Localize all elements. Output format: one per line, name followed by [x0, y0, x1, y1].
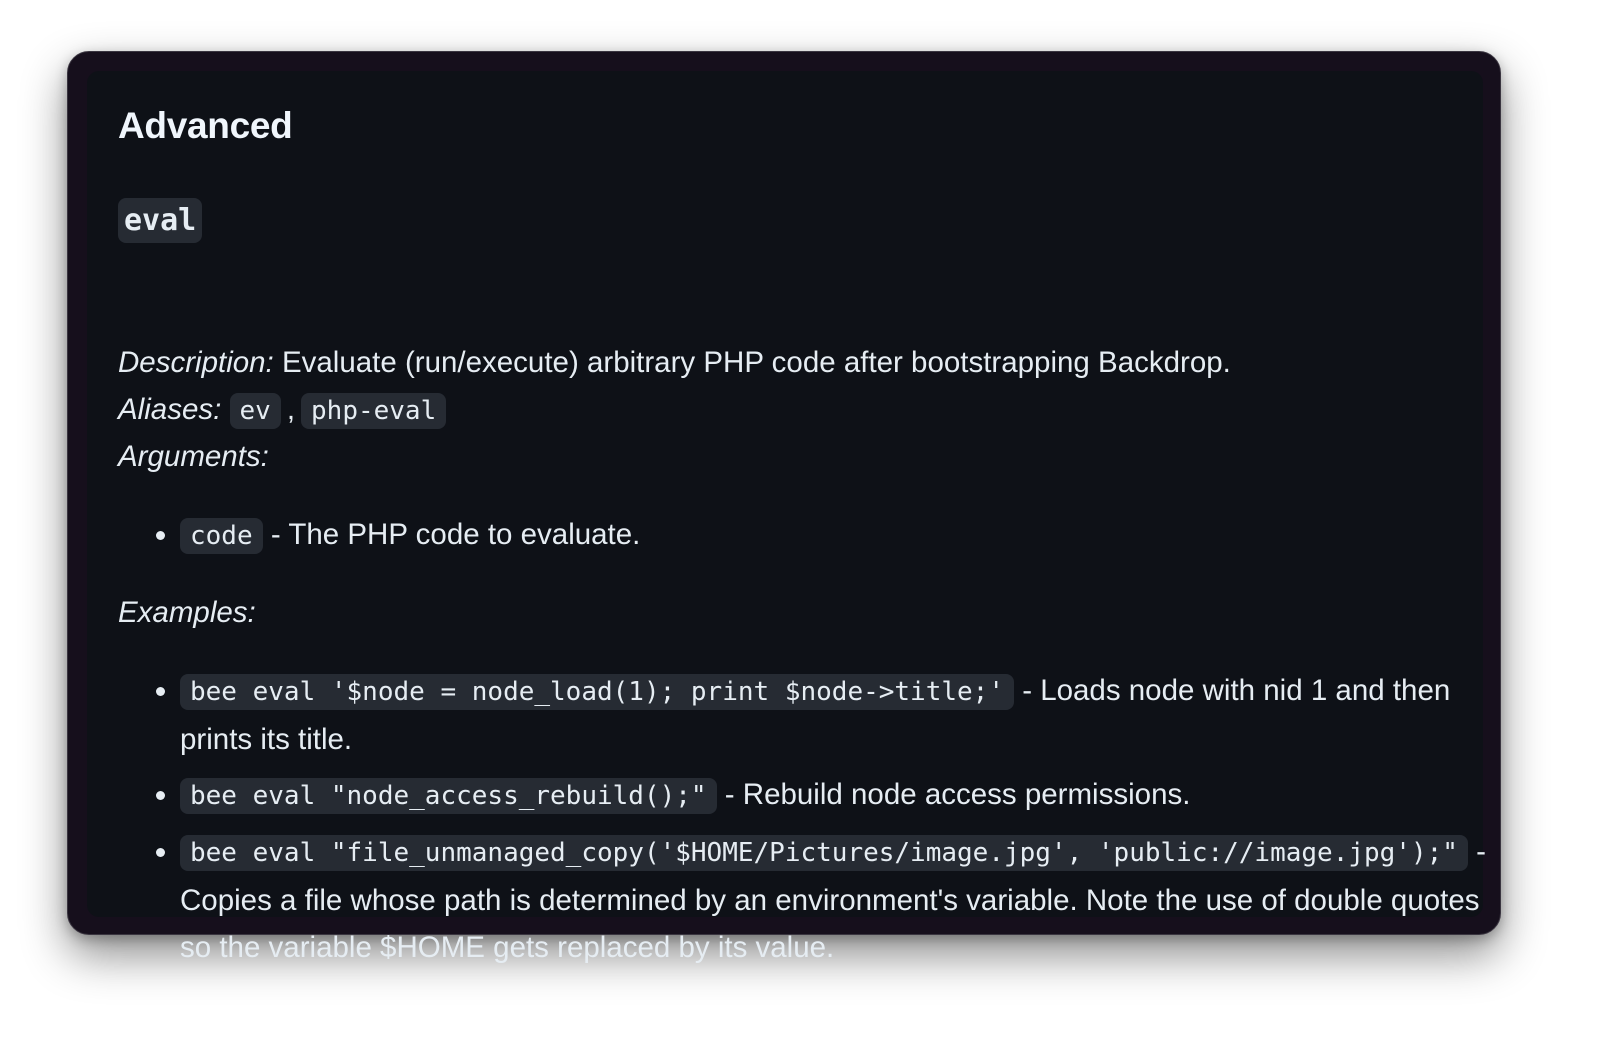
example-text: - Rebuild node access permissions. — [724, 778, 1191, 811]
arguments-line: Arguments: — [118, 433, 1478, 480]
command-name: eval — [118, 198, 203, 243]
list-item: bee eval "file_unmanaged_copy('$HOME/Pic… — [180, 828, 1516, 971]
command-meta: Description: Evaluate (run/execute) arbi… — [118, 339, 1478, 480]
example-code: bee eval '$node = node_load(1); print $n… — [180, 674, 1014, 710]
arguments-list: code - The PHP code to evaluate. — [118, 511, 1510, 560]
description-text: Evaluate (run/execute) arbitrary PHP cod… — [281, 346, 1231, 379]
list-item: code - The PHP code to evaluate. — [180, 511, 1510, 560]
arguments-label: Arguments: — [118, 440, 269, 473]
command-heading: eval — [118, 197, 203, 244]
argument-text: - The PHP code to evaluate. — [270, 518, 641, 551]
aliases-line: Aliases: ev, php-eval — [118, 386, 1478, 433]
example-code: bee eval "node_access_rebuild();" — [180, 778, 717, 814]
content-panel: Advanced eval Description: Evaluate (run… — [87, 71, 1486, 964]
aliases-label: Aliases: — [118, 393, 222, 426]
example-code: bee eval "file_unmanaged_copy('$HOME/Pic… — [180, 835, 1468, 871]
description-line: Description: Evaluate (run/execute) arbi… — [118, 339, 1478, 386]
app-window: Advanced eval Description: Evaluate (run… — [67, 51, 1501, 964]
section-title: Advanced — [118, 105, 293, 146]
examples-heading: Examples: — [118, 589, 256, 636]
alias-code: ev — [229, 393, 281, 429]
examples-list: bee eval '$node = node_load(1); print $n… — [118, 667, 1516, 979]
list-item: bee eval '$node = node_load(1); print $n… — [180, 667, 1516, 763]
list-item: bee eval "node_access_rebuild();" - Rebu… — [180, 771, 1516, 820]
alias-code: php-eval — [301, 393, 447, 429]
alias-separator: , — [286, 393, 296, 426]
description-label: Description: — [118, 346, 274, 379]
examples-label: Examples: — [118, 596, 256, 629]
argument-code: code — [180, 518, 263, 554]
